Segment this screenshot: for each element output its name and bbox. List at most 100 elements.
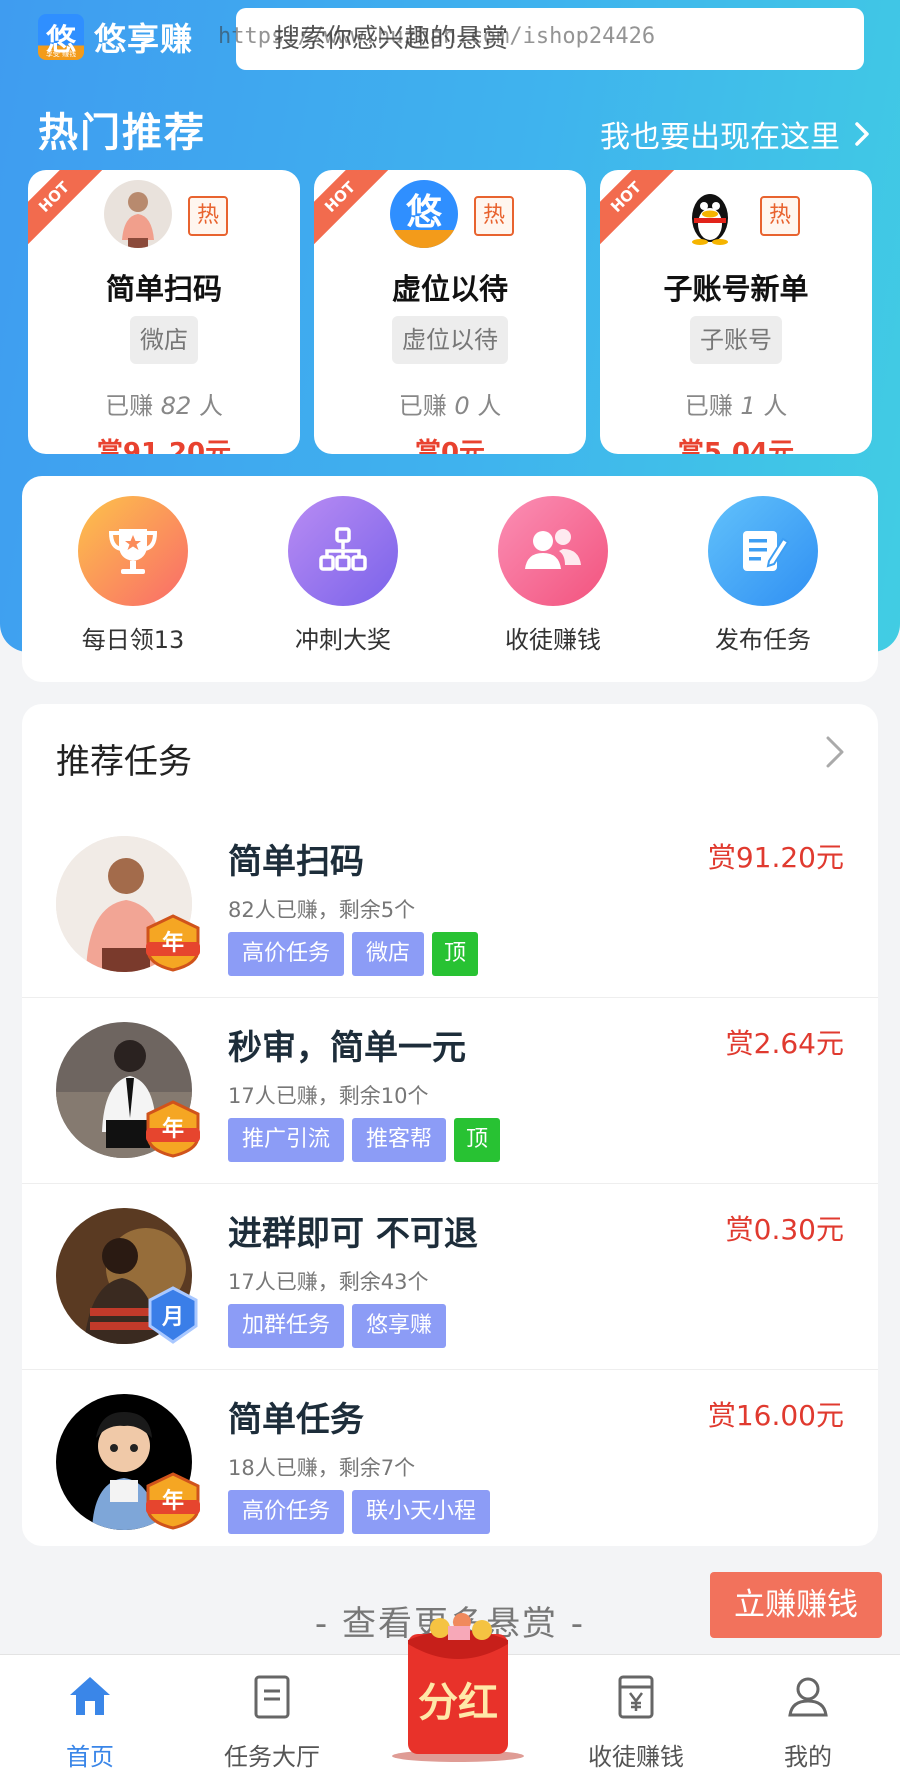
quick-label: 收徒赚钱 [505,626,601,654]
task-row[interactable]: 年 简单任务 18人已赚，剩余7个 赏16.00元 高价任务 联小天小程 [22,1370,878,1556]
logo-icon: 悠 享受 赚钱 [38,14,84,60]
hot-card-reward: 赏5.04元 [677,438,795,454]
hot-card-earned: 已赚 82 人 [28,386,300,421]
task-tag: 悠享赚 [352,1304,447,1348]
nav-label: 首页 [66,1743,114,1771]
hot-card-reward: 赏91.20元 [96,438,232,454]
logo-subtext: 享受 赚钱 [45,50,77,58]
hot-card-earned: 已赚 1 人 [600,386,872,421]
task-tag: 加群任务 [228,1304,345,1348]
hot-card-name: 虚位以待 [391,272,508,306]
hot-card[interactable]: HOT 热 子账号新单 子账号 已赚 1 人 赏5.04元 [600,170,872,454]
earn-now-button[interactable]: 立赚赚钱 [710,1572,882,1638]
hot-tag: 热 [188,196,228,236]
badge-text: 年 [162,930,184,956]
app-logo[interactable]: 悠 享受 赚钱 悠享赚 [38,14,193,60]
user-icon [788,1677,828,1717]
earned-prefix: 已赚 [398,392,447,420]
task-tag: 推客帮 [352,1118,447,1162]
hot-card[interactable]: HOT 热 简单扫码 微店 已赚 82 人 赏91.20元 [28,170,300,454]
tasks-title: 推荐任务 [56,742,192,782]
hot-card-earned: 已赚 0 人 [314,386,586,421]
earned-prefix: 已赚 [105,392,154,420]
top-tag: 顶 [432,932,479,976]
task-tags: 高价任务 联小天小程 [228,1490,491,1534]
hot-card-name: 子账号新单 [663,272,809,306]
task-row[interactable]: 月 进群即可 不可退 17人已赚，剩余43个 赏0.30元 加群任务 悠享赚 [22,1184,878,1370]
quick-menu: 每日领13 冲刺大奖 收徒赚钱 发布任务 [22,476,878,682]
task-title: 进群即可 不可退 [228,1214,478,1254]
task-stats: 17人已赚，剩余10个 [228,1084,429,1108]
chevron-right-icon [855,122,869,146]
task-tag: 微店 [352,932,425,976]
search-input[interactable]: 搜索你感兴趣的悬赏 [236,8,864,70]
qq-penguin-icon [676,180,744,248]
quick-item-sprint[interactable]: 冲刺大奖 [248,496,438,655]
badge-text: 月 [161,1305,184,1330]
edit-icon [708,496,818,606]
hot-ribbon: HOT [28,170,108,251]
earned-suffix: 人 [477,392,502,420]
users-icon [498,496,608,606]
hot-card[interactable]: HOT 悠 热 虚位以待 虚位以待 已赚 0 人 赏0元 [314,170,586,454]
task-tag: 推广引流 [228,1118,345,1162]
quick-item-publish[interactable]: 发布任务 [668,496,858,655]
quick-label: 每日领13 [81,626,185,654]
nav-home[interactable]: 首页 [10,1673,170,1772]
earned-count: 1 [740,392,756,420]
task-title: 简单扫码 [228,842,364,882]
year-vip-badge-icon: 年 [146,1472,200,1530]
earned-count: 82 [160,392,192,420]
top-tag: 顶 [454,1118,501,1162]
quick-item-recruit[interactable]: 收徒赚钱 [458,496,648,655]
task-avatar [104,180,172,248]
earned-suffix: 人 [763,392,788,420]
earned-prefix: 已赚 [684,392,733,420]
year-vip-badge-icon: 年 [146,1100,200,1158]
task-reward: 赏0.30元 [725,1213,844,1246]
task-tag: 联小天小程 [352,1490,491,1534]
hierarchy-icon [288,496,398,606]
task-stats: 18人已赚，剩余7个 [228,1456,416,1480]
hot-ribbon: HOT [314,170,394,251]
chevron-right-icon[interactable] [818,732,850,772]
hot-card-category: 子账号 [690,316,782,364]
task-stats: 82人已赚，剩余5个 [228,898,416,922]
quick-item-daily[interactable]: 每日领13 [38,496,228,655]
earned-suffix: 人 [198,392,223,420]
task-reward: 赏91.20元 [707,841,844,874]
nav-recruit[interactable]: 收徒赚钱 [556,1673,716,1772]
me-too-label: 我也要出现在这里 [600,120,840,155]
hot-card-reward: 赏0元 [414,438,486,454]
nav-label: 收徒赚钱 [588,1743,684,1771]
task-tag: 高价任务 [228,1490,345,1534]
svg-text:悠: 悠 [406,192,443,233]
recommended-tasks: 推荐任务 年 简单扫码 82人已赚，剩余5个 赏91.20元 高价任务 微店 顶… [22,704,878,1546]
nav-mine[interactable]: 我的 [728,1673,888,1772]
trophy-icon [78,496,188,606]
app-name: 悠享赚 [94,20,194,58]
task-tags: 推广引流 推客帮 顶 [228,1118,501,1162]
nav-task-hall[interactable]: 任务大厅 [192,1673,352,1772]
task-row[interactable]: 年 秒审，简单一元 17人已赚，剩余10个 赏2.64元 推广引流 推客帮 顶 [22,998,878,1184]
document-icon [254,1675,290,1719]
dividend-label: 分红 [418,1680,498,1726]
month-vip-badge-icon: 月 [148,1286,198,1344]
task-stats: 17人已赚，剩余43个 [228,1270,429,1294]
task-tags: 高价任务 微店 顶 [228,932,479,976]
hot-card-category: 微店 [130,316,198,364]
nav-label: 我的 [784,1743,832,1771]
task-tag: 高价任务 [228,932,345,976]
hot-ribbon: HOT [600,170,680,251]
quick-label: 发布任务 [715,626,811,654]
badge-text: 年 [162,1116,184,1142]
dividend-button[interactable]: 分红 [388,1612,528,1762]
task-tags: 加群任务 悠享赚 [228,1304,447,1348]
yen-bill-icon [618,1675,654,1719]
me-too-link[interactable]: 我也要出现在这里 [600,112,870,156]
hot-section-title: 热门推荐 [38,110,206,156]
app-logo-avatar: 悠 [390,180,458,248]
earned-count: 0 [454,392,470,420]
quick-label: 冲刺大奖 [295,626,391,654]
task-row[interactable]: 年 简单扫码 82人已赚，剩余5个 赏91.20元 高价任务 微店 顶 [22,812,878,998]
